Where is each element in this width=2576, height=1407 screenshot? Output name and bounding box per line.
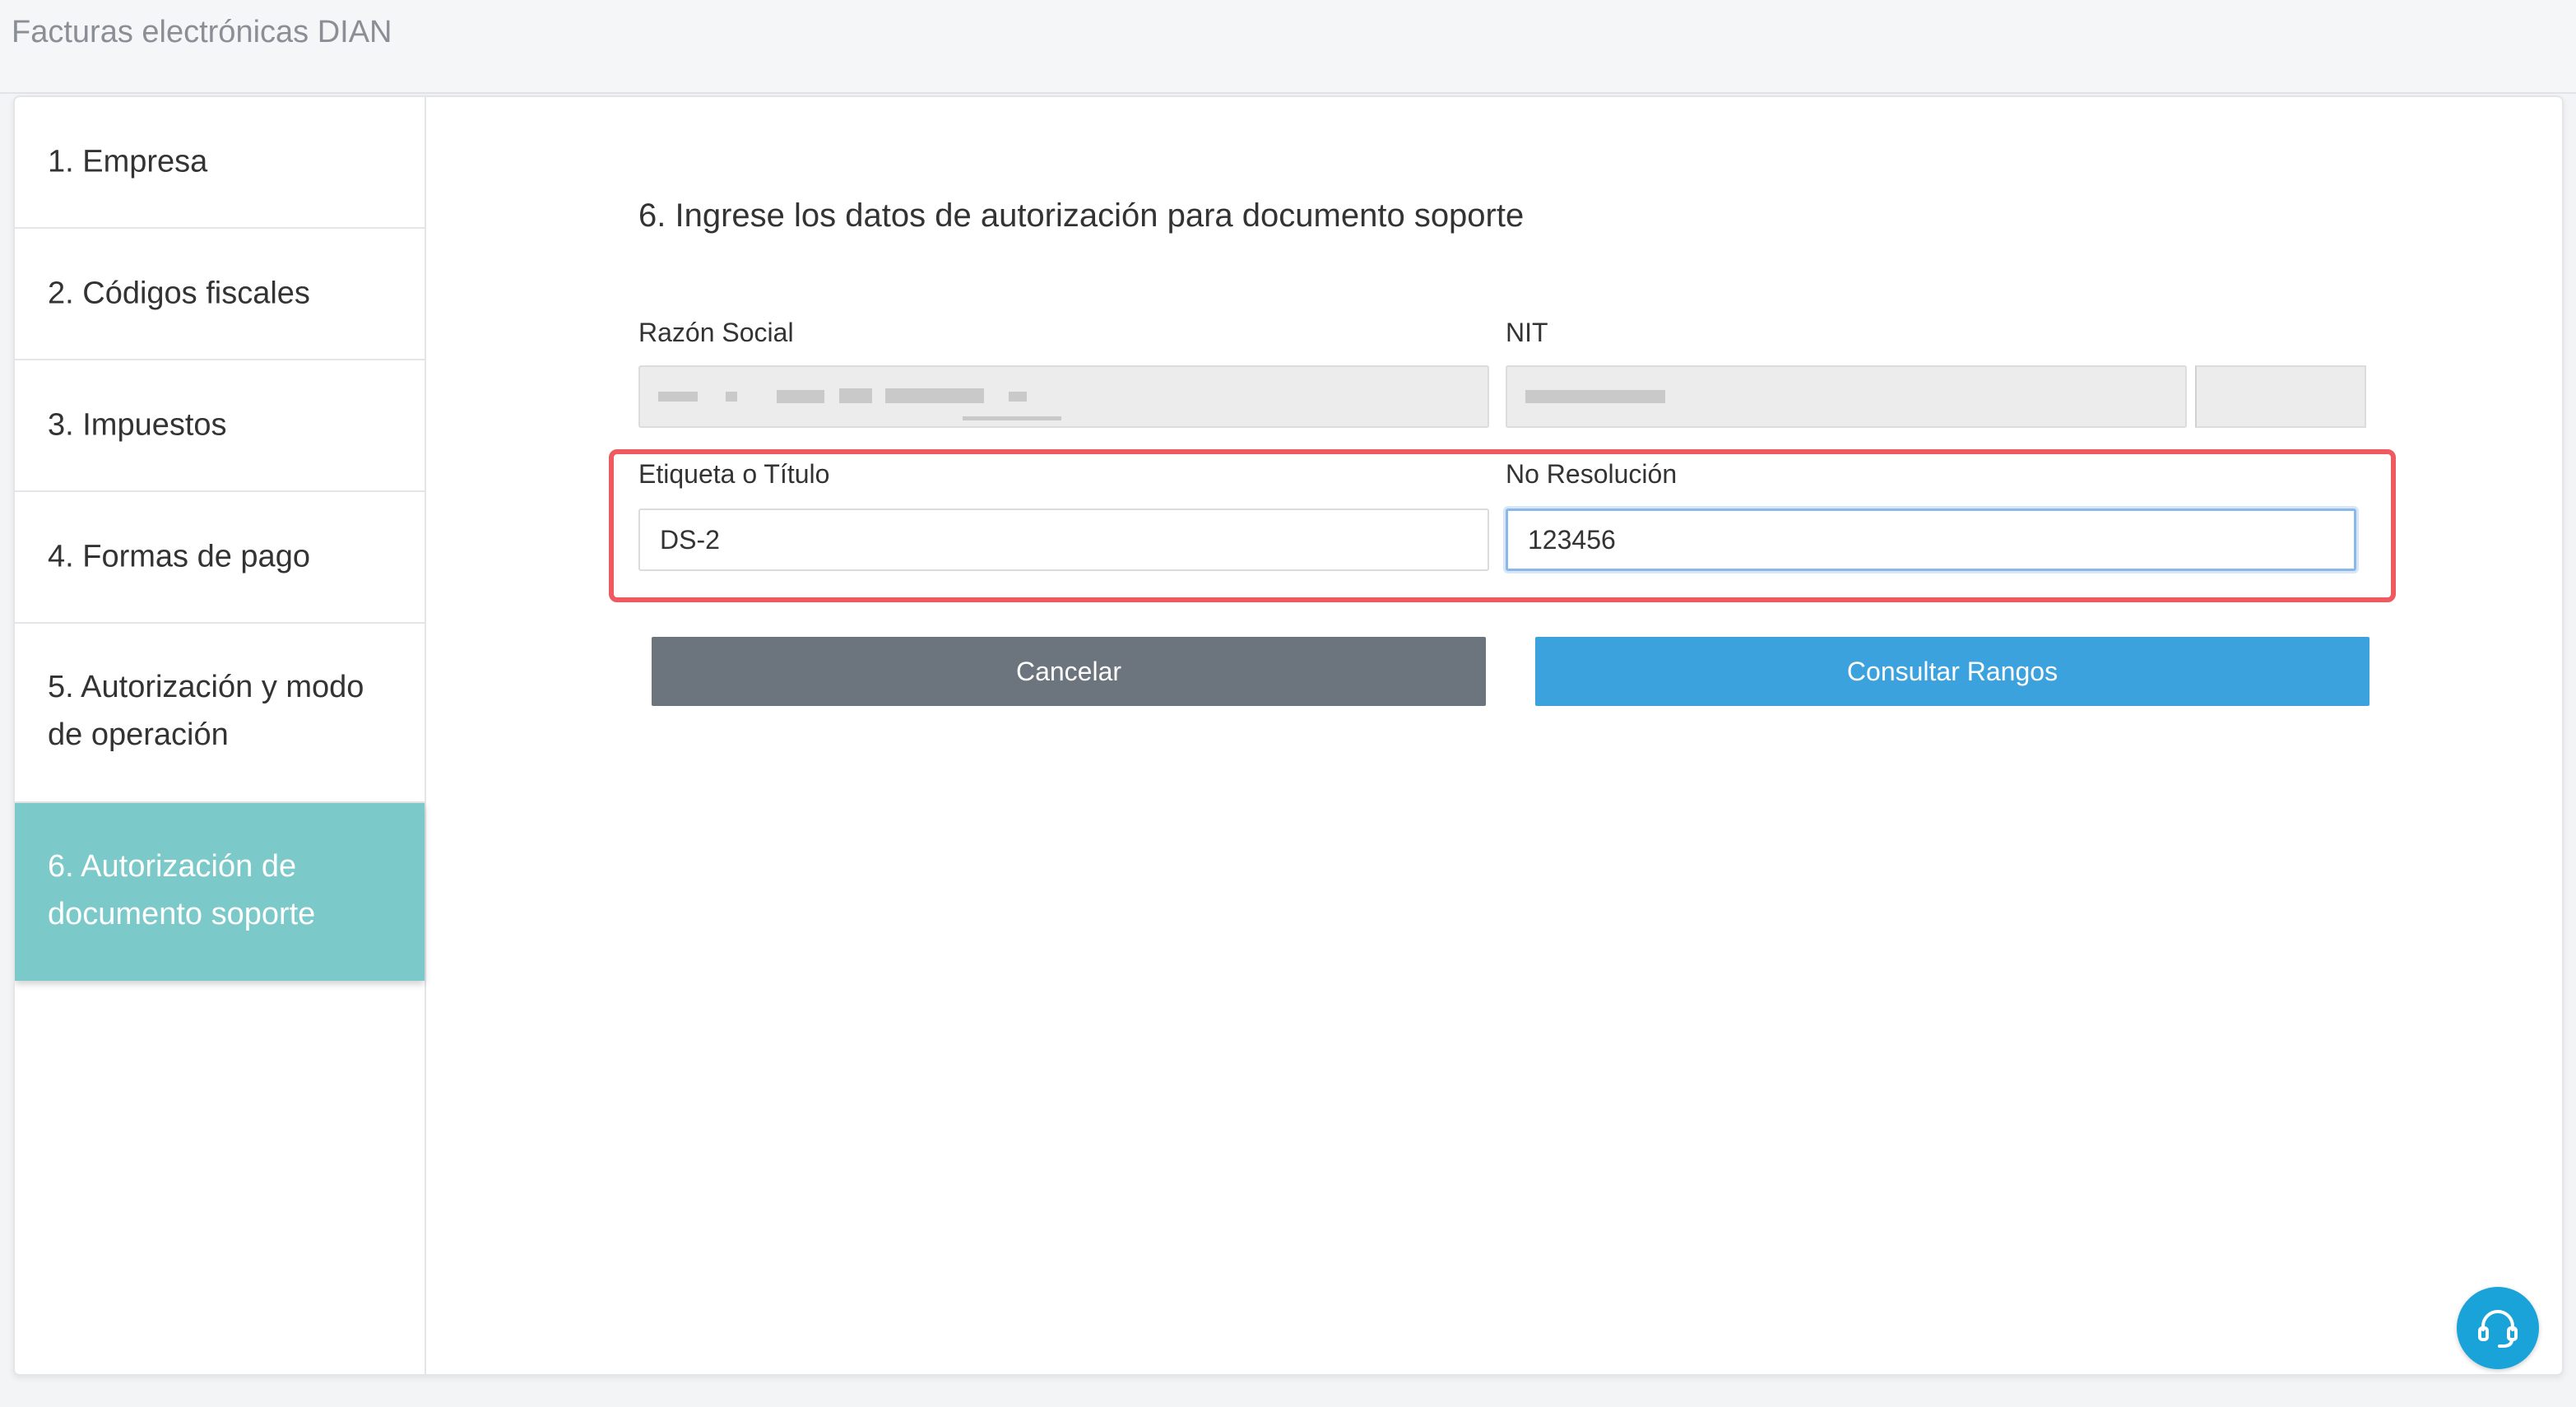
resolucion-label: No Resolución [1506,459,1678,489]
step-label: 4. Formas de pago [48,539,310,574]
step-label: 3. Impuestos [48,407,227,443]
redacted-text [839,388,872,403]
step-empresa[interactable]: 1. Empresa [15,97,425,229]
section-title: 6. Ingrese los datos de autorización par… [638,197,1525,234]
nit-check-digit [2195,365,2366,428]
razon-social-label: Razón Social [638,318,794,347]
step-codigos-fiscales[interactable]: 2. Códigos fiscales [15,229,425,360]
redacted-text [1009,392,1027,402]
redacted-text [963,416,1061,420]
step-autorizacion-documento-soporte[interactable]: 6. Autorización de documento soporte [15,803,425,981]
redacted-text [777,390,824,403]
razon-social-field [638,365,1489,428]
cancel-button[interactable]: Cancelar [652,637,1486,706]
step-label: 2. Códigos fiscales [48,276,310,311]
step-label-line2: de operación [48,717,229,752]
step-formas-de-pago[interactable]: 4. Formas de pago [15,492,425,624]
step-impuestos[interactable]: 3. Impuestos [15,360,425,492]
redacted-text [1525,390,1665,403]
step-label: 1. Empresa [48,144,208,179]
redacted-text [658,392,698,402]
wizard-card: 1. Empresa 2. Códigos fiscales 3. Impues… [13,95,2564,1376]
step-label-line2: documento soporte [48,897,316,931]
step-autorizacion-modo-operacion[interactable]: 5. Autorización y modo de operación [15,624,425,803]
redacted-text [726,392,737,402]
headset-icon [2478,1310,2518,1348]
nit-label: NIT [1506,318,1548,347]
support-chat-button[interactable] [2457,1287,2539,1369]
etiqueta-input[interactable] [638,508,1489,571]
redacted-text [885,388,984,403]
etiqueta-label: Etiqueta o Título [638,459,830,489]
step-label-line1: 6. Autorización de [48,849,297,884]
nit-field [1506,365,2187,428]
wizard-sidebar: 1. Empresa 2. Códigos fiscales 3. Impues… [15,97,426,1374]
page-title: Facturas electrónicas DIAN [12,15,392,49]
consultar-rangos-button[interactable]: Consultar Rangos [1535,637,2369,706]
resolucion-input[interactable] [1506,508,2356,571]
page-header: Facturas electrónicas DIAN [0,0,2576,94]
step-label-line1: 5. Autorización y modo [48,670,364,704]
